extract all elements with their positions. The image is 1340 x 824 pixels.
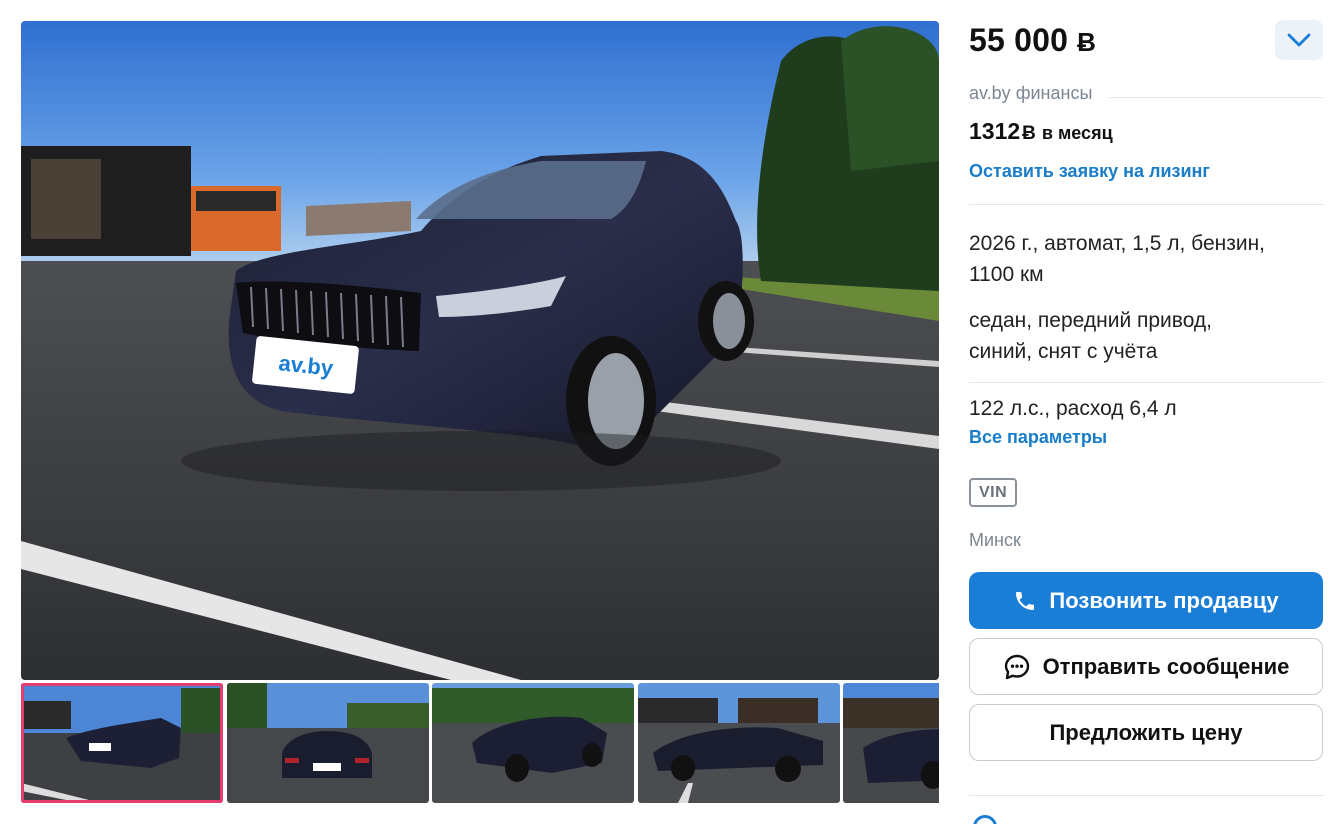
monthly-currency: Ƀ <box>1022 123 1036 144</box>
thumbnail-1[interactable] <box>21 683 223 803</box>
spec-line-5: 122 л.с., расход 6,4 л <box>969 397 1177 420</box>
vin-badge: VIN <box>969 478 1018 507</box>
price-expand-button[interactable] <box>1275 20 1323 60</box>
spec-line-1: 2026 г., автомат, 1,5 л, бензин, <box>969 232 1266 255</box>
city-label: Минск <box>969 530 1021 550</box>
info-icon <box>973 815 997 824</box>
monthly-amount: 1312 <box>969 118 1021 144</box>
offer-price-label: Предложить цену <box>1049 719 1243 745</box>
monthly-unit: в месяц <box>1041 123 1113 143</box>
finance-label: av.by финансы <box>969 83 1101 104</box>
car-photo: av.by <box>21 21 939 680</box>
main-photo[interactable]: av.by <box>21 21 939 680</box>
thumbnail-4[interactable] <box>638 683 840 803</box>
thumbnail-strip <box>21 683 939 803</box>
all-params-link[interactable]: Все параметры <box>969 427 1107 448</box>
send-message-button[interactable]: Отправить сообщение <box>969 638 1323 695</box>
offer-price-button[interactable]: Предложить цену <box>969 704 1323 761</box>
call-seller-label: Позвонить продавцу <box>1049 587 1279 613</box>
currency-symbol: Ƀ <box>1077 27 1097 57</box>
price-row: 55 000 Ƀ <box>969 20 1323 62</box>
call-seller-button[interactable]: Позвонить продавцу <box>969 572 1323 629</box>
chevron-down-icon <box>1287 33 1311 47</box>
phone-icon <box>1016 591 1035 610</box>
leasing-request-link[interactable]: Оставить заявку на лизинг <box>969 161 1210 182</box>
price-value: 55 000 <box>969 22 1078 58</box>
send-message-label: Отправить сообщение <box>1042 653 1290 679</box>
spec-line-4: синий, снят с учёта <box>969 340 1158 363</box>
chat-bubble-icon <box>1004 654 1029 679</box>
divider <box>969 382 1323 383</box>
thumbnail-2[interactable] <box>227 683 429 803</box>
price: 55 000 Ƀ <box>969 22 1096 59</box>
listing-sidebar: 55 000 Ƀ av.by финансы 1312 Ƀв месяц Оста… <box>969 0 1323 824</box>
monthly-payment: 1312 Ƀв месяц <box>969 118 1113 145</box>
thumbnail-5[interactable] <box>843 683 939 803</box>
spec-line-2: 1100 км <box>969 263 1044 286</box>
divider <box>969 795 1323 796</box>
thumbnail-3[interactable] <box>432 683 634 803</box>
finance-divider <box>1109 97 1323 98</box>
divider <box>969 204 1323 205</box>
spec-line-3: седан, передний привод, <box>969 309 1213 332</box>
